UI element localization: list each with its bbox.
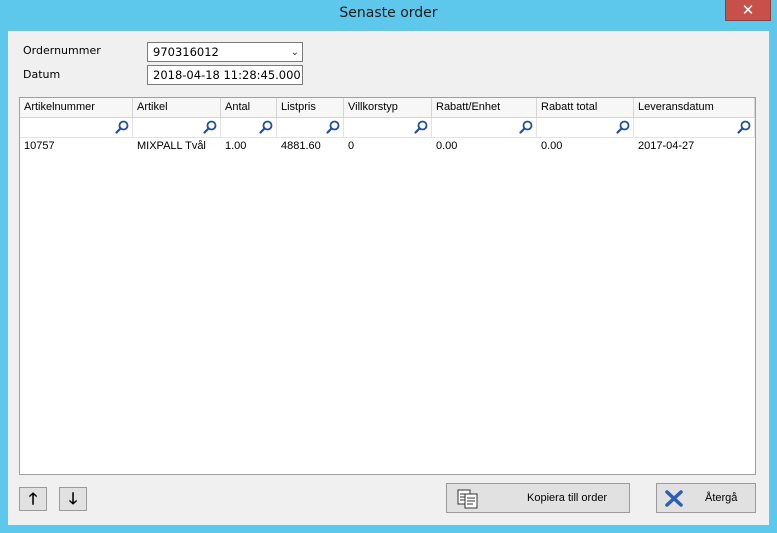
order-number-value: 970316012: [153, 45, 219, 59]
close-x-icon: [665, 490, 683, 507]
date-label: Datum: [23, 68, 61, 81]
dialog-client-area: Ordernummer 970316012 ⌄ Datum 2018-04-18…: [8, 31, 769, 525]
table-cell: 0.00: [436, 140, 458, 152]
column-filter-cell[interactable]: [277, 118, 344, 137]
column-filter-cell[interactable]: [344, 118, 432, 137]
copy-to-order-label: Kopiera till order: [527, 492, 608, 504]
table-cell: 0: [348, 140, 355, 152]
column-header[interactable]: Artikelnummer: [20, 98, 133, 117]
column-header[interactable]: Artikel: [133, 98, 221, 117]
title-bar[interactable]: Senaste order ✕: [0, 0, 777, 31]
grid-filter-row: [20, 118, 755, 138]
table-cell: 10757: [24, 140, 55, 152]
order-number-label: Ordernummer: [23, 44, 101, 57]
column-filter-cell[interactable]: [221, 118, 277, 137]
date-field[interactable]: 2018-04-18 11:28:45.000: [147, 65, 303, 85]
column-filter-cell[interactable]: [537, 118, 634, 137]
dialog-window: Senaste order ✕ Ordernummer 970316012 ⌄ …: [0, 0, 777, 533]
table-cell: 1.00: [225, 140, 247, 152]
table-cell: 0.00: [541, 140, 563, 152]
date-value: 2018-04-18 11:28:45.000: [153, 68, 301, 82]
grid-header: Artikelnummer Artikel Antal Listpris Villkor…: [20, 98, 755, 118]
table-cell: 2017-04-27: [638, 140, 695, 152]
close-icon: ✕: [741, 1, 755, 19]
arrow-down-icon: 🡓: [68, 489, 78, 508]
back-label: Återgå: [705, 492, 738, 504]
chevron-down-icon: ⌄: [290, 47, 299, 58]
table-cell: MIXPALL Tvål: [137, 140, 206, 152]
column-filter-cell[interactable]: [133, 118, 221, 137]
column-header[interactable]: Rabatt/Enhet: [432, 98, 537, 117]
table-cell: 4881.60: [281, 140, 321, 152]
column-filter-cell[interactable]: [634, 118, 755, 137]
arrow-up-icon: 🡑: [28, 489, 38, 508]
move-down-button[interactable]: 🡓: [59, 487, 87, 511]
window-title: Senaste order: [339, 5, 438, 21]
table-row[interactable]: 10757 MIXPALL Tvål 1.00 4881.60 0 0.00 0.00 201…: [20, 138, 755, 155]
column-header[interactable]: Rabatt total: [537, 98, 634, 117]
order-lines-grid[interactable]: Artikelnummer Artikel Antal Listpris Villkor…: [19, 97, 756, 475]
close-button[interactable]: ✕: [725, 0, 771, 21]
order-number-dropdown[interactable]: 970316012 ⌄: [147, 42, 303, 62]
column-filter-cell[interactable]: [20, 118, 133, 137]
copy-to-order-button[interactable]: Kopiera till order: [446, 483, 630, 513]
column-header[interactable]: Villkorstyp: [344, 98, 432, 117]
column-filter-cell[interactable]: [432, 118, 537, 137]
copy-icon: [457, 489, 478, 509]
move-up-button[interactable]: 🡑: [19, 487, 47, 511]
back-button[interactable]: Återgå: [656, 483, 756, 513]
column-header[interactable]: Listpris: [277, 98, 344, 117]
column-header[interactable]: Leveransdatum: [634, 98, 755, 117]
column-header[interactable]: Antal: [221, 98, 277, 117]
